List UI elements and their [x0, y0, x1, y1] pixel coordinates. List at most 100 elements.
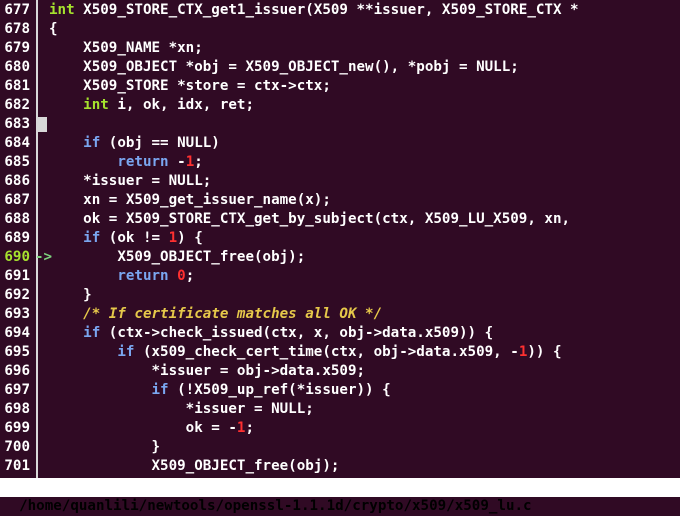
- status-bar: /home/quanlili/newtools/openssl-1.1.1d/c…: [0, 478, 680, 514]
- current-line-marker: ->: [35, 249, 53, 265]
- code-line[interactable]: 691 return 0;: [0, 267, 680, 286]
- line-number: 687: [4, 192, 30, 208]
- code-token: *issuer = NULL;: [49, 173, 212, 189]
- code-line[interactable]: 695 if (x509_check_cert_time(ctx, obj->d…: [0, 343, 680, 362]
- code-token: (ctx->check_issued(ctx, x, obj->data.x50…: [100, 325, 494, 341]
- code-token: return: [117, 268, 169, 284]
- code-text: }: [49, 438, 160, 457]
- line-number: 686: [4, 173, 30, 189]
- line-number: 680: [4, 59, 30, 75]
- code-text: }: [49, 286, 92, 305]
- line-number: 694: [4, 325, 30, 341]
- code-token: X509_OBJECT_free(obj);: [49, 458, 340, 474]
- code-line[interactable]: 683: [0, 115, 680, 134]
- code-line[interactable]: 698 *issuer = NULL;: [0, 400, 680, 419]
- code-token: if: [117, 344, 135, 360]
- line-number: 695: [4, 344, 30, 360]
- code-token: }: [49, 287, 92, 303]
- line-number: 691: [4, 268, 30, 284]
- code-token: ;: [185, 268, 195, 284]
- line-number: 679: [4, 40, 30, 56]
- code-text: {: [49, 20, 58, 39]
- code-token: X509_STORE_CTX_get1_issuer(X509 **issuer…: [74, 2, 579, 18]
- code-line[interactable]: 679 X509_NAME *xn;: [0, 39, 680, 58]
- code-line[interactable]: 697 if (!X509_up_ref(*issuer)) {: [0, 381, 680, 400]
- code-line[interactable]: 687 xn = X509_get_issuer_name(x);: [0, 191, 680, 210]
- code-line[interactable]: 686 *issuer = NULL;: [0, 172, 680, 191]
- code-text: ok = -1;: [49, 419, 254, 438]
- code-line[interactable]: 694 if (ctx->check_issued(ctx, x, obj->d…: [0, 324, 680, 343]
- code-token: -: [168, 154, 186, 170]
- code-text: if (ctx->check_issued(ctx, x, obj->data.…: [49, 324, 493, 343]
- code-line[interactable]: 681 X509_STORE *store = ctx->ctx;: [0, 77, 680, 96]
- code-line[interactable]: 700 }: [0, 438, 680, 457]
- line-number: 681: [4, 78, 30, 94]
- code-token: 1: [168, 230, 178, 246]
- code-token: *issuer = obj->data.x509;: [49, 363, 366, 379]
- code-line[interactable]: 688 ok = X509_STORE_CTX_get_by_subject(c…: [0, 210, 680, 229]
- line-number: 700: [4, 439, 30, 455]
- code-line[interactable]: 689 if (ok != 1) {: [0, 229, 680, 248]
- code-token: (obj == NULL): [100, 135, 220, 151]
- source-code-view[interactable]: 677 int X509_STORE_CTX_get1_issuer(X509 *…: [0, 0, 680, 478]
- code-line[interactable]: 684 if (obj == NULL): [0, 134, 680, 153]
- code-token: X509_OBJECT_free(obj);: [49, 249, 306, 265]
- line-number: 685: [4, 154, 30, 170]
- code-token: if: [151, 382, 169, 398]
- line-number: 698: [4, 401, 30, 417]
- code-token: int: [83, 97, 109, 113]
- code-line[interactable]: 699 ok = -1;: [0, 419, 680, 438]
- code-token: ) {: [177, 230, 203, 246]
- code-token: int: [49, 2, 75, 18]
- code-line[interactable]: 693 /* If certificate matches all OK */: [0, 305, 680, 324]
- code-token: if: [83, 135, 101, 151]
- code-line[interactable]: 682 int i, ok, idx, ret;: [0, 96, 680, 115]
- code-text: *issuer = obj->data.x509;: [49, 362, 365, 381]
- line-number: 677: [4, 2, 30, 18]
- code-text: if (ok != 1) {: [49, 229, 203, 248]
- code-text: int i, ok, idx, ret;: [49, 96, 254, 115]
- code-token: X509_OBJECT *obj = X509_OBJECT_new(), *p…: [49, 59, 519, 75]
- code-token: X509_NAME *xn;: [49, 40, 203, 56]
- line-number: 693: [4, 306, 30, 322]
- code-line[interactable]: 690 -> X509_OBJECT_free(obj);: [0, 248, 680, 267]
- code-token: ok = X509_STORE_CTX_get_by_subject(ctx, …: [49, 211, 571, 227]
- code-text: *issuer = NULL;: [49, 400, 314, 419]
- text-cursor: [38, 117, 47, 132]
- line-number: 697: [4, 382, 30, 398]
- code-line[interactable]: 677 int X509_STORE_CTX_get1_issuer(X509 *…: [0, 1, 680, 20]
- code-line[interactable]: 692 }: [0, 286, 680, 305]
- code-token: (!X509_up_ref(*issuer)) {: [168, 382, 391, 398]
- code-line[interactable]: 678 {: [0, 20, 680, 39]
- code-line[interactable]: 696 *issuer = obj->data.x509;: [0, 362, 680, 381]
- code-text: X509_NAME *xn;: [49, 39, 203, 58]
- code-text: *issuer = NULL;: [49, 172, 211, 191]
- code-token: }: [49, 439, 161, 455]
- code-text: if (x509_check_cert_time(ctx, obj->data.…: [49, 343, 561, 362]
- code-token: 0: [177, 268, 186, 284]
- code-text: X509_STORE *store = ctx->ctx;: [49, 77, 331, 96]
- code-token: ;: [245, 420, 255, 436]
- code-text: /* If certificate matches all OK */: [49, 305, 382, 324]
- code-line[interactable]: 685 return -1;: [0, 153, 680, 172]
- line-number: 696: [4, 363, 30, 379]
- line-number: 678: [4, 21, 30, 37]
- code-token: return: [117, 154, 169, 170]
- code-text: int X509_STORE_CTX_get1_issuer(X509 **is…: [49, 1, 579, 20]
- code-line[interactable]: 701 X509_OBJECT_free(obj);: [0, 457, 680, 476]
- line-number: 684: [4, 135, 30, 151]
- code-token: 1: [185, 154, 195, 170]
- code-token: if: [83, 230, 101, 246]
- code-line[interactable]: 680 X509_OBJECT *obj = X509_OBJECT_new()…: [0, 58, 680, 77]
- line-number: 688: [4, 211, 30, 227]
- code-token: X509_STORE *store = ctx->ctx;: [49, 78, 331, 94]
- line-number: 683: [4, 116, 30, 132]
- code-token: ok = -: [49, 420, 237, 436]
